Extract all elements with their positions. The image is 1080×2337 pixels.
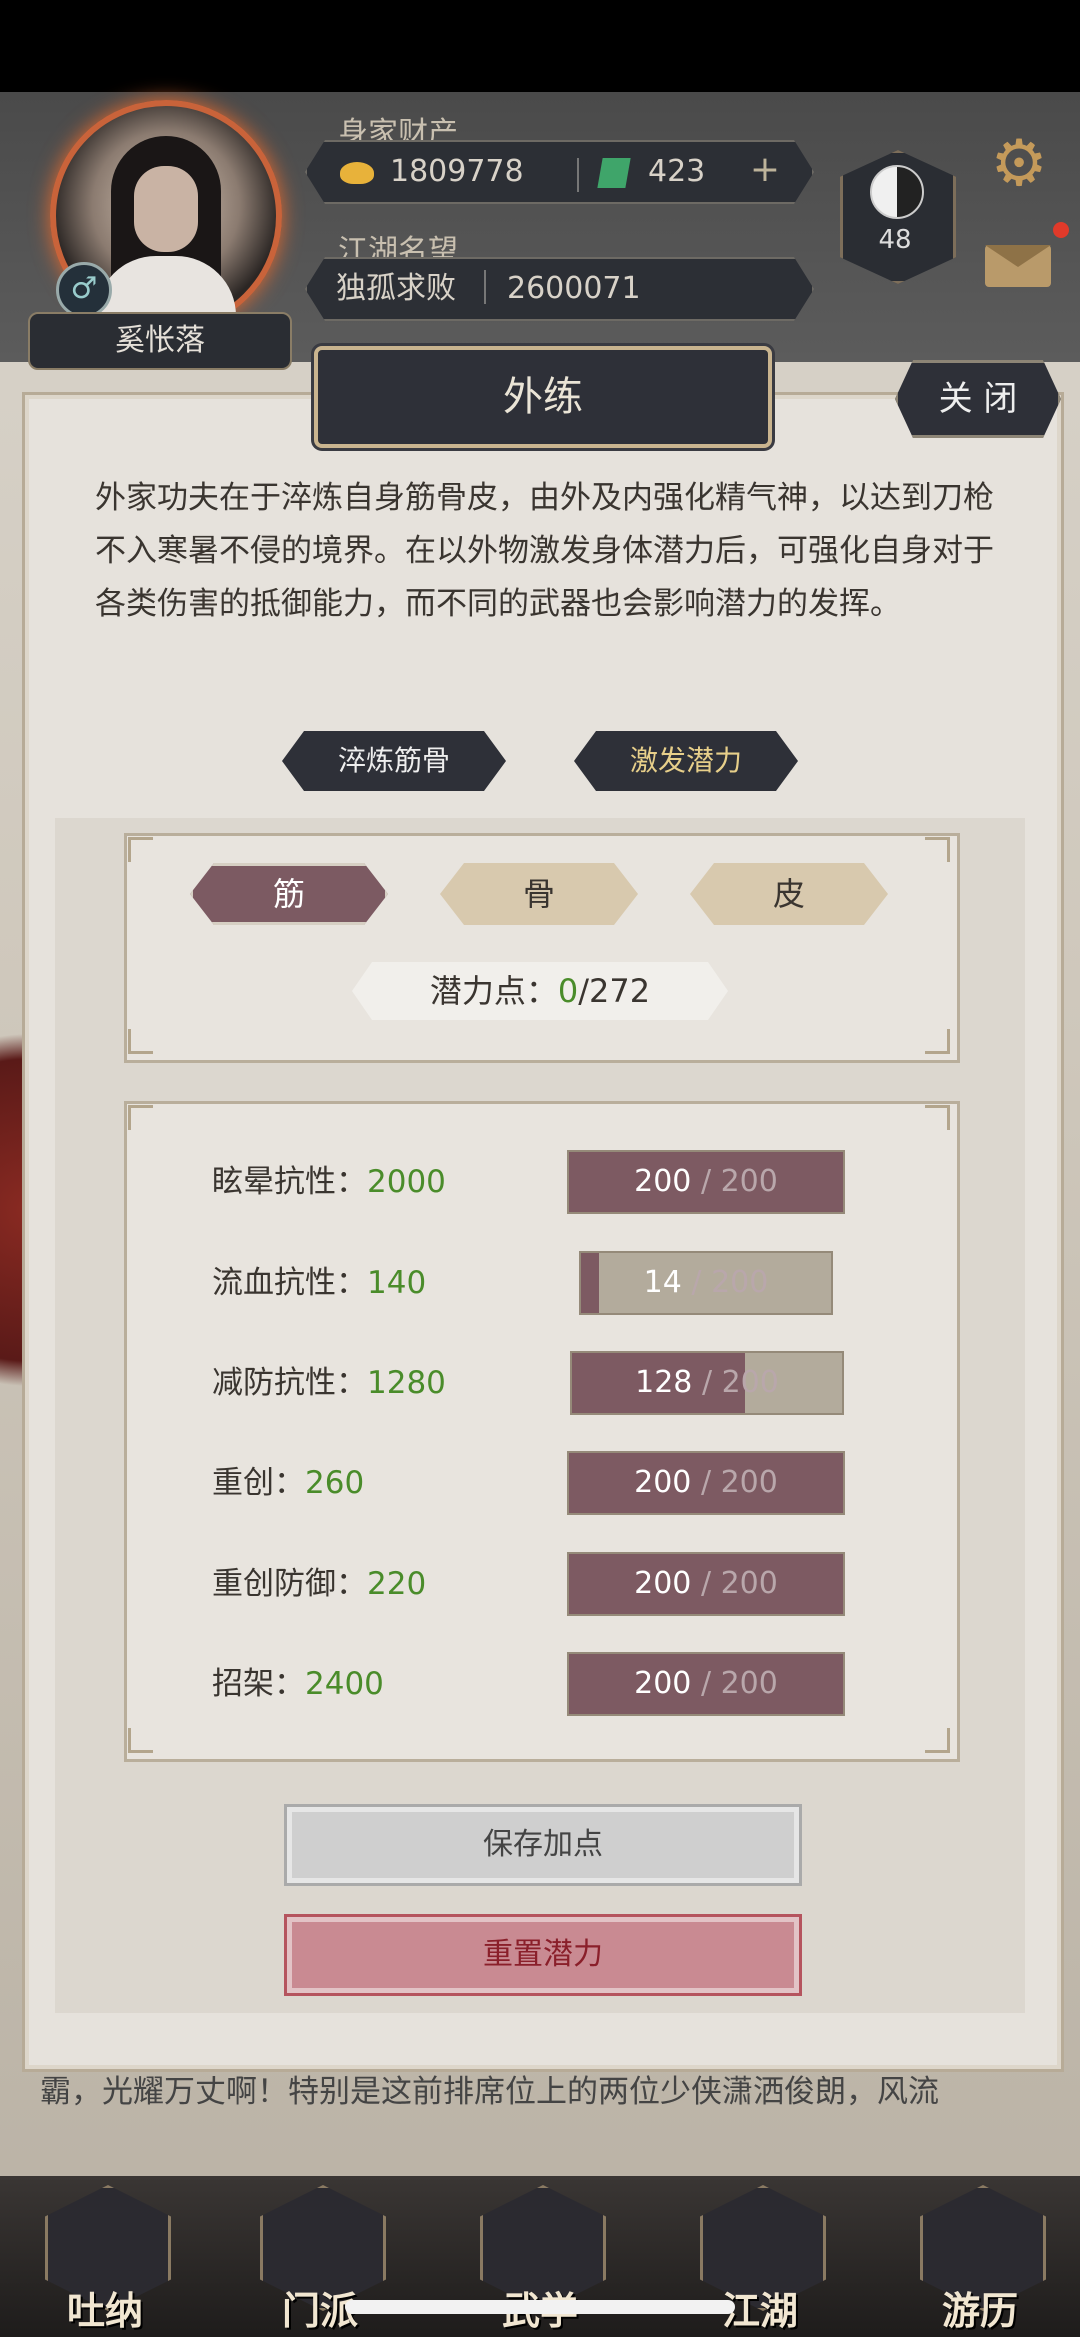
bar-current: 200 — [634, 1164, 692, 1199]
stat-label-armor-break-resist: 减防抗性：1280 — [212, 1365, 446, 1401]
settings-gear-icon[interactable]: ⚙ — [985, 130, 1053, 198]
stat-value: 220 — [367, 1566, 427, 1602]
bar-max: 200 — [711, 1265, 769, 1300]
fame-title: 独孤求败 — [336, 271, 456, 306]
bar-current: 200 — [634, 1566, 692, 1601]
add-currency-button[interactable]: + — [745, 150, 785, 190]
silver-ingot-icon — [340, 162, 374, 184]
potential-current: 0 — [557, 972, 579, 1010]
potential-points: 潜力点：0/272 — [352, 962, 728, 1020]
stat-bar-armor-break-resist[interactable]: 128 / 200 — [570, 1351, 844, 1415]
character-name[interactable]: 奚怅落 — [28, 312, 292, 370]
dialog-description: 外家功夫在于淬炼自身筋骨皮，由外及内强化精气神，以达到刀枪不入寒暑不侵的境界。在… — [95, 480, 994, 622]
portrait-face — [134, 166, 198, 252]
reset-potential-button[interactable]: 重置潜力 — [284, 1914, 802, 1996]
close-button[interactable]: 关 闭 — [895, 360, 1061, 438]
level-value: 48 — [878, 225, 912, 255]
stat-label-bleed-resist: 流血抗性：140 — [212, 1265, 427, 1301]
bar-max: 200 — [721, 1365, 779, 1400]
segment-skin[interactable]: 皮 — [690, 863, 888, 925]
corner-ornament — [128, 1029, 153, 1054]
bar-max: 200 — [720, 1666, 778, 1701]
mail-notification-dot — [1053, 222, 1069, 238]
potential-label: 潜力点： — [429, 972, 558, 1010]
tab-unleash-potential[interactable]: 激发潜力 — [574, 731, 798, 791]
tab-temper-tendons[interactable]: 淬炼筋骨 — [282, 731, 506, 791]
bar-current: 200 — [634, 1465, 692, 1500]
stat-bar-heavy-strike[interactable]: 200 / 200 — [567, 1451, 845, 1515]
stat-bar-parry[interactable]: 200 / 200 — [567, 1652, 845, 1716]
status-bar — [0, 0, 1080, 92]
fame-amount: 2600071 — [507, 271, 641, 306]
segment-tendon[interactable]: 筋 — [190, 863, 388, 925]
bar-max: 200 — [720, 1566, 778, 1601]
mail-icon[interactable] — [985, 245, 1051, 287]
stat-bar-heavy-strike-defense[interactable]: 200 / 200 — [567, 1552, 845, 1616]
stat-bar-stun-resist[interactable]: 200 / 200 — [567, 1150, 845, 1214]
stat-value: 140 — [367, 1265, 427, 1301]
bar-max: 200 — [720, 1465, 778, 1500]
nav-breathing[interactable]: 吐纳 — [30, 2180, 180, 2333]
stat-value: 1280 — [367, 1365, 446, 1401]
potential-total: /272 — [578, 972, 651, 1010]
bar-max: 200 — [720, 1164, 778, 1199]
jade-icon — [597, 158, 631, 188]
corner-ornament — [925, 837, 950, 862]
jade-amount: 423 — [648, 154, 706, 189]
stat-value: 2000 — [367, 1164, 446, 1200]
dialog-title: 外练 — [314, 346, 772, 448]
gender-icon: ♂ — [56, 262, 112, 318]
stat-label-stun-resist: 眩晕抗性：2000 — [212, 1164, 446, 1200]
corner-ornament — [128, 837, 153, 862]
home-indicator — [345, 2300, 735, 2314]
bar-current: 200 — [634, 1666, 692, 1701]
bar-current: 128 — [635, 1365, 693, 1400]
corner-ornament — [925, 1105, 950, 1130]
wealth-box — [305, 140, 814, 204]
save-points-button[interactable]: 保存加点 — [284, 1804, 802, 1886]
news-ticker: 霸，光耀万丈啊！特别是这前排席位上的两位少侠潇洒俊朗，风流 — [40, 2074, 939, 2110]
nav-travel[interactable]: 游历 — [905, 2180, 1055, 2333]
fame-divider — [484, 270, 486, 304]
stat-value: 260 — [305, 1465, 365, 1501]
corner-ornament — [128, 1728, 153, 1753]
stat-label-heavy-strike-defense: 重创防御：220 — [212, 1566, 427, 1602]
stat-label-heavy-strike: 重创：260 — [212, 1465, 365, 1501]
corner-ornament — [925, 1728, 950, 1753]
stat-bar-bleed-resist[interactable]: 14 / 200 — [579, 1251, 833, 1315]
silver-amount: 1809778 — [390, 154, 524, 189]
corner-ornament — [925, 1029, 950, 1054]
segment-bone[interactable]: 骨 — [440, 863, 638, 925]
stat-label-parry: 招架：2400 — [212, 1666, 384, 1702]
corner-ornament — [128, 1105, 153, 1130]
bar-current: 14 — [643, 1265, 682, 1300]
yin-yang-icon — [870, 165, 924, 219]
wealth-divider — [577, 158, 579, 192]
stat-value: 2400 — [305, 1666, 384, 1702]
